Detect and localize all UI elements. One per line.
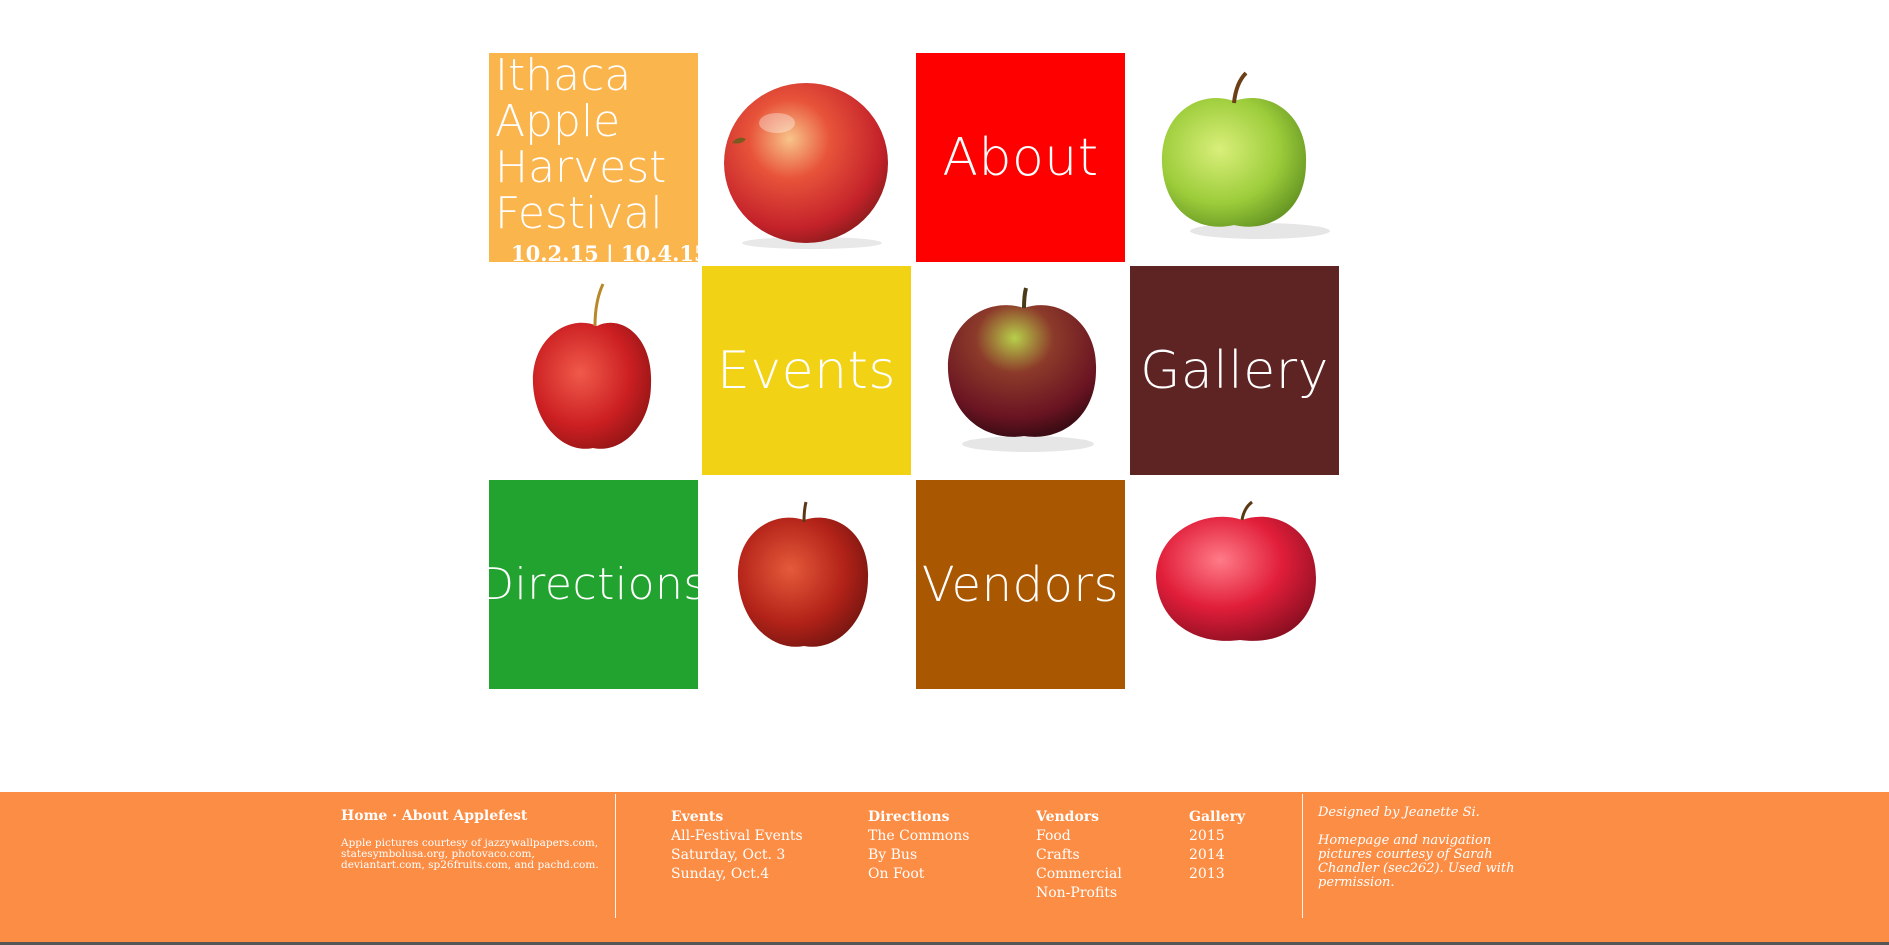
gallery-tile-link[interactable]: Gallery [1130,266,1339,475]
vendors-tile-label: Vendors [921,556,1120,613]
red-apple-icon [532,283,652,449]
footer-image-credit: Apple pictures courtesy of jazzywallpape… [341,837,599,871]
directions-tile-link[interactable]: Directions [489,480,698,689]
footer-credits: Designed by Jeanette Si. Homepage and na… [1318,806,1528,890]
footer-vendors-item[interactable]: Food [1036,827,1122,846]
events-tile-link[interactable]: Events [702,266,911,475]
festival-title: Ithaca Apple Harvest Festival [495,53,666,237]
apple-image-tile [702,53,911,262]
footer-gallery-heading[interactable]: Gallery [1189,808,1245,827]
footer-gallery-column: Gallery 2015 2014 2013 [1189,808,1245,884]
site-footer: Home · About Applefest Apple pictures co… [0,792,1889,945]
festival-title-tile: Ithaca Apple Harvest Festival 10.2.15 | … [489,53,698,262]
title-line-2: Apple [495,96,621,147]
footer-about-link[interactable]: About Applefest [402,808,527,824]
green-apple-icon [1161,71,1330,239]
red-apple-icon [737,501,869,647]
footer-directions-item[interactable]: On Foot [868,865,969,884]
vendors-tile-link[interactable]: Vendors [916,480,1125,689]
about-tile-link[interactable]: About [916,53,1125,262]
designer-credit: Designed by Jeanette Si. [1318,805,1480,820]
red-apple-icon [724,83,888,249]
apple-image-tile [702,480,911,689]
footer-events-column: Events All-Festival Events Saturday, Oct… [671,808,803,884]
footer-directions-column: Directions The Commons By Bus On Foot [868,808,969,884]
footer-vendors-heading[interactable]: Vendors [1036,808,1122,827]
footer-vendors-item[interactable]: Commercial [1036,865,1122,884]
footer-events-item[interactable]: Saturday, Oct. 3 [671,846,803,865]
footer-nav-separator: · [392,808,398,824]
footer-gallery-item[interactable]: 2014 [1189,846,1245,865]
footer-gallery-item[interactable]: 2013 [1189,865,1245,884]
footer-vendors-item[interactable]: Crafts [1036,846,1122,865]
footer-vendors-item[interactable]: Non-Profits [1036,884,1122,903]
title-line-3: Harvest [495,142,667,193]
about-tile-label: About [942,127,1099,188]
footer-directions-item[interactable]: The Commons [868,827,969,846]
navigation-image-credit: Homepage and navigation pictures courtes… [1318,833,1515,890]
footer-gallery-item[interactable]: 2015 [1189,827,1245,846]
footer-directions-heading[interactable]: Directions [868,808,969,827]
red-apple-icon [947,287,1097,452]
title-line-4: Festival [495,188,663,239]
footer-home-link[interactable]: Home [341,808,387,824]
footer-home-nav: Home · About Applefest [341,808,611,824]
footer-directions-item[interactable]: By Bus [868,846,969,865]
gallery-tile-label: Gallery [1140,340,1329,401]
footer-vendors-column: Vendors Food Crafts Commercial Non-Profi… [1036,808,1122,903]
footer-events-item[interactable]: All-Festival Events [671,827,803,846]
footer-divider [1302,794,1303,918]
footer-events-heading[interactable]: Events [671,808,803,827]
tile-grid: Ithaca Apple Harvest Festival 10.2.15 | … [489,53,1340,689]
footer-divider [615,794,616,918]
directions-tile-label: Directions [489,559,698,610]
apple-image-tile [1130,480,1339,689]
apple-image-tile [1130,53,1339,262]
title-line-1: Ithaca [495,53,632,101]
apple-image-tile [489,266,698,475]
footer-events-item[interactable]: Sunday, Oct.4 [671,865,803,884]
apple-image-tile [916,266,1125,475]
footer-left: Home · About Applefest Apple pictures co… [341,808,611,871]
festival-dates: 10.2.15 | 10.4.15 [511,241,698,262]
events-tile-label: Events [716,340,897,401]
red-apple-icon [1156,500,1316,641]
